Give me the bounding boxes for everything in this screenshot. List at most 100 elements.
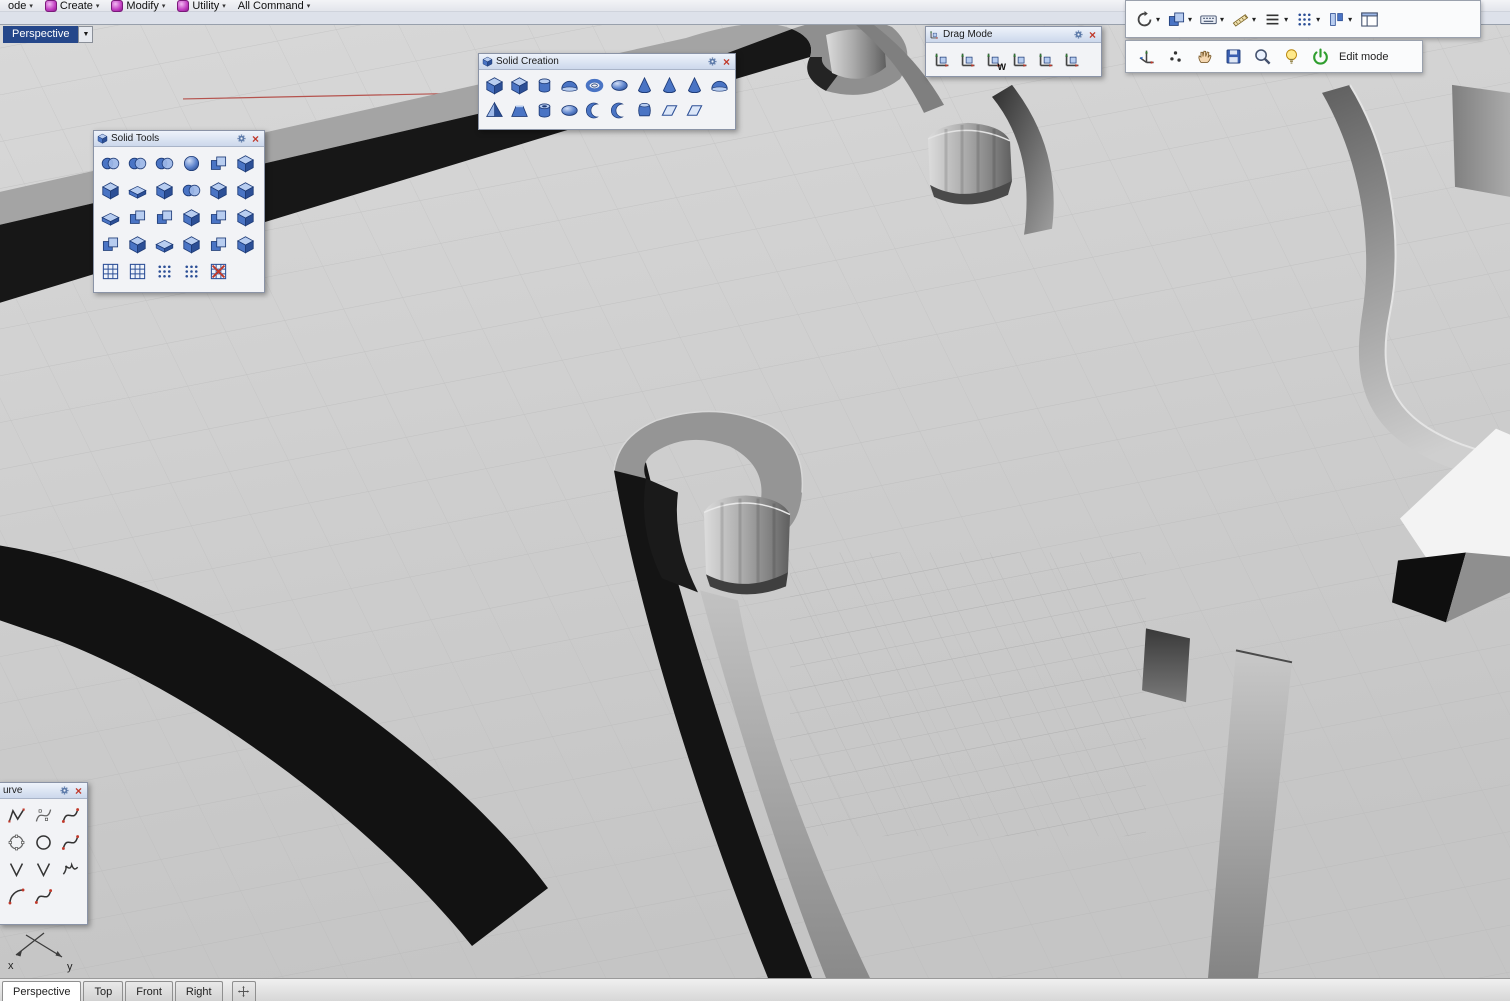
zoom-lens-icon[interactable]: [1249, 44, 1275, 70]
palette-settings-gear-icon[interactable]: [236, 133, 247, 144]
solid-points-off-icon[interactable]: [124, 258, 151, 285]
control-point-curve-icon[interactable]: [30, 802, 57, 829]
palette-close-button[interactable]: ×: [73, 786, 84, 796]
viewport-label-text[interactable]: Perspective: [3, 26, 78, 43]
rotate-face-icon[interactable]: [151, 231, 178, 258]
offset-solid-icon[interactable]: [205, 150, 232, 177]
cylinder-icon[interactable]: [532, 73, 557, 98]
palette-settings-gear-icon[interactable]: [59, 785, 70, 796]
pyramid-cone-icon[interactable]: [682, 73, 707, 98]
delete-hole-icon[interactable]: [205, 258, 232, 285]
extract-face-icon[interactable]: [205, 204, 232, 231]
box-3point-icon[interactable]: [507, 73, 532, 98]
mirror-face-icon[interactable]: [178, 231, 205, 258]
paraboloid-icon[interactable]: [707, 73, 732, 98]
tab-front[interactable]: Front: [125, 981, 173, 1001]
torus-icon[interactable]: [582, 73, 607, 98]
plane-surface-icon[interactable]: [682, 98, 707, 123]
conic-icon[interactable]: [30, 883, 57, 910]
drag-screen-icon[interactable]: [1033, 46, 1059, 72]
scale-face-icon[interactable]: [232, 204, 259, 231]
model-cylinder-boss[interactable]: [704, 496, 790, 591]
render-light-icon[interactable]: [1278, 44, 1304, 70]
move-uvw-icon[interactable]: [1133, 44, 1159, 70]
add-viewport-tab[interactable]: [232, 981, 256, 1001]
arc-icon[interactable]: [3, 883, 30, 910]
ellipsoid-icon[interactable]: [607, 73, 632, 98]
align-objects-icon[interactable]: ▾: [1325, 6, 1354, 32]
boolean-union-icon[interactable]: [97, 150, 124, 177]
history-points-icon[interactable]: [1162, 44, 1188, 70]
move-face-icon[interactable]: [151, 204, 178, 231]
ellipsoid-solid-icon[interactable]: [557, 98, 582, 123]
drag-uvw-icon[interactable]: W: [981, 46, 1007, 72]
palette-title-bar[interactable]: Solid Tools ×: [94, 131, 264, 147]
solid-points-on-icon[interactable]: [97, 258, 124, 285]
circle-icon[interactable]: [30, 829, 57, 856]
palette-close-button[interactable]: ×: [721, 57, 732, 67]
drag-cplane-icon[interactable]: [929, 46, 955, 72]
menu-item-modify[interactable]: Modify ▾: [105, 0, 171, 12]
dropdown-caret-icon[interactable]: ▾: [1188, 15, 1192, 24]
handle-curve-icon[interactable]: [57, 802, 84, 829]
palette-settings-gear-icon[interactable]: [707, 56, 718, 67]
menu-item-utility[interactable]: Utility ▾: [171, 0, 231, 12]
dropdown-caret-icon[interactable]: ▾: [1220, 15, 1224, 24]
extrude-planar-icon[interactable]: [657, 98, 682, 123]
point-set-icon[interactable]: ▾: [1293, 6, 1322, 32]
menu-item-mode[interactable]: ode ▾: [2, 0, 39, 12]
move-edge-icon[interactable]: [97, 231, 124, 258]
array-face-icon[interactable]: [205, 231, 232, 258]
box-icon[interactable]: [482, 73, 507, 98]
pyramid-icon[interactable]: [482, 98, 507, 123]
selection-filter-icon[interactable]: ▾: [1133, 6, 1162, 32]
extract-surface-icon[interactable]: [124, 177, 151, 204]
split-face-icon[interactable]: [178, 204, 205, 231]
wire-cut-icon[interactable]: [232, 150, 259, 177]
cone-icon[interactable]: [632, 73, 657, 98]
circle-deformable-icon[interactable]: [3, 829, 30, 856]
hemisphere-icon[interactable]: [557, 73, 582, 98]
dropdown-caret-icon[interactable]: ▾: [1156, 15, 1160, 24]
menu-item-create[interactable]: Create ▾: [39, 0, 106, 12]
tab-perspective[interactable]: Perspective: [2, 981, 81, 1001]
sketch-icon[interactable]: [57, 856, 84, 883]
palette-title-bar[interactable]: Solid Creation ×: [479, 54, 735, 70]
boolean-intersection-icon[interactable]: [151, 150, 178, 177]
edit-mode-toggle-icon[interactable]: [1307, 44, 1333, 70]
box-edit-icon[interactable]: [205, 177, 232, 204]
polyline-icon[interactable]: [3, 802, 30, 829]
boolean-split-icon[interactable]: [178, 150, 205, 177]
tab-top[interactable]: Top: [83, 981, 123, 1001]
pan-hand-icon[interactable]: [1191, 44, 1217, 70]
solid-edit-icon[interactable]: [151, 177, 178, 204]
save-file-icon[interactable]: [1220, 44, 1246, 70]
truncated-pyramid-icon[interactable]: [507, 98, 532, 123]
keyboard-alias-icon[interactable]: ▾: [1197, 6, 1226, 32]
palette-title-bar[interactable]: Drag Mode ×: [926, 27, 1101, 43]
boolean-difference-icon[interactable]: [124, 150, 151, 177]
tab-right[interactable]: Right: [175, 981, 223, 1001]
drag-world-icon[interactable]: [955, 46, 981, 72]
palette-close-button[interactable]: ×: [250, 134, 261, 144]
viewport-label[interactable]: Perspective ▼: [3, 26, 93, 43]
polyline-corner-icon[interactable]: [30, 856, 57, 883]
menu-item-all-command[interactable]: All Command ▾: [232, 0, 317, 12]
short-wall[interactable]: [1142, 628, 1190, 702]
object-list-icon[interactable]: ▾: [1261, 6, 1290, 32]
cap-planar-holes-icon[interactable]: [97, 177, 124, 204]
palette-title-bar[interactable]: urve ×: [0, 783, 87, 799]
palette-settings-gear-icon[interactable]: [1073, 29, 1084, 40]
fillet-edge-icon[interactable]: [97, 204, 124, 231]
drag-polar-icon[interactable]: [1059, 46, 1085, 72]
viewport-menu-caret-icon[interactable]: ▼: [78, 26, 93, 43]
grid-hole-icon[interactable]: [178, 258, 205, 285]
interpolate-curve-icon[interactable]: [57, 829, 84, 856]
extrude-face-icon[interactable]: [124, 204, 151, 231]
clipboard-icon[interactable]: ▾: [1165, 6, 1194, 32]
tube-icon[interactable]: [532, 98, 557, 123]
truncated-cone-icon[interactable]: [657, 73, 682, 98]
copy-face-icon[interactable]: [124, 231, 151, 258]
crescent-solid-icon[interactable]: [582, 98, 607, 123]
pipe-icon[interactable]: [607, 98, 632, 123]
